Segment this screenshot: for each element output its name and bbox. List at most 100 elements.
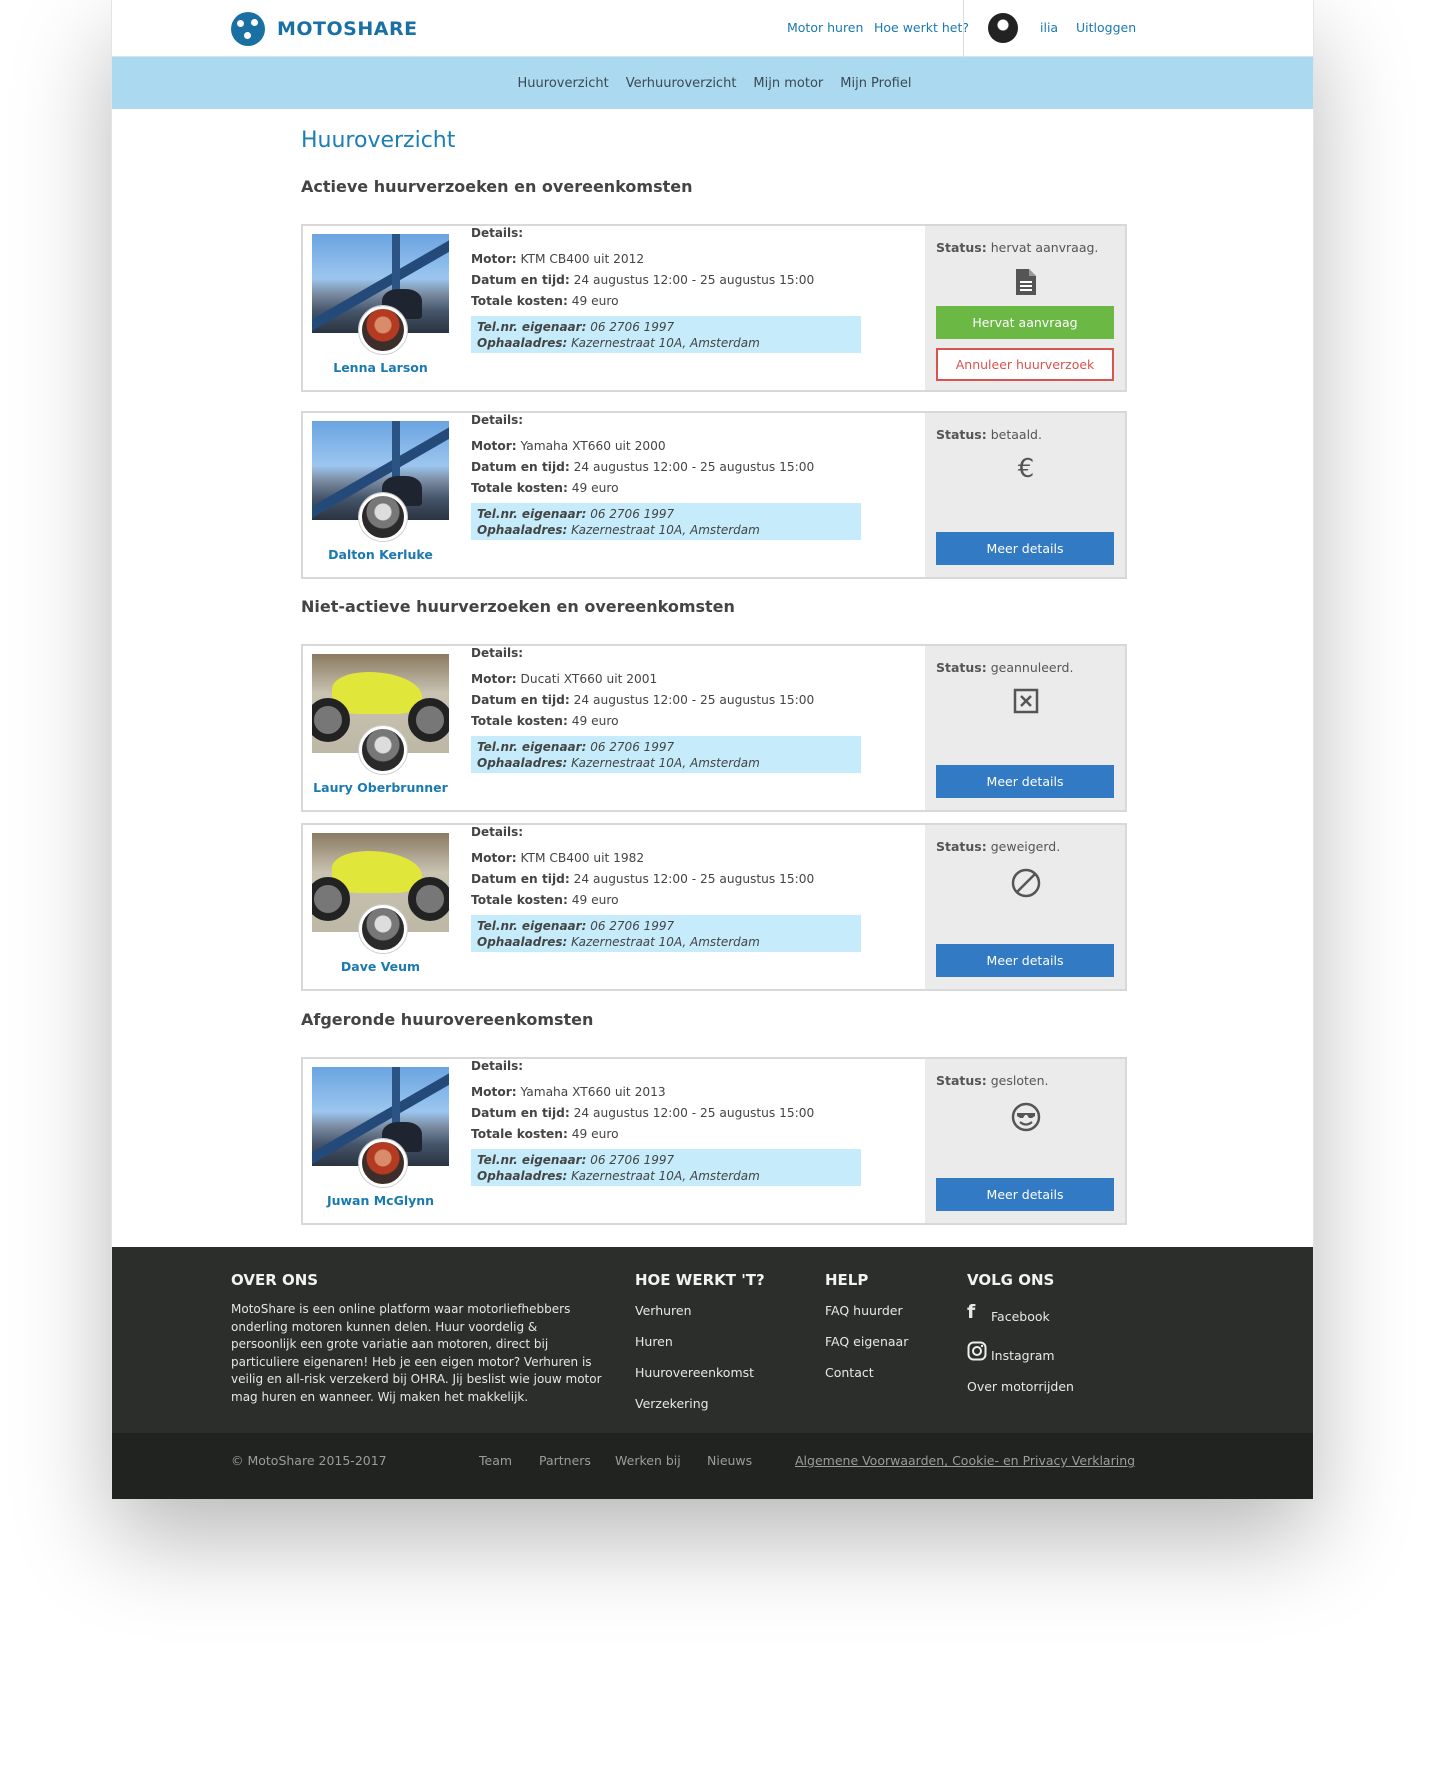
tel-value: 06 2706 1997	[590, 507, 675, 521]
owner-avatar	[359, 1139, 407, 1187]
kosten-label: Totale kosten:	[471, 714, 568, 728]
owner-avatar	[359, 306, 407, 354]
kosten-value: 49 euro	[571, 294, 619, 308]
cancel-request-button[interactable]: Annuleer huurverzoek	[936, 348, 1114, 381]
page-title: Huuroverzicht	[301, 128, 456, 153]
footer-link-werken-bij[interactable]: Werken bij	[615, 1453, 681, 1468]
adres-value: Kazernestraat 10A, Amsterdam	[571, 935, 760, 949]
contact-box: Tel.nr. eigenaar: 06 2706 1997 Ophaaladr…	[471, 316, 861, 353]
user-avatar[interactable]	[988, 13, 1018, 43]
forbidden-icon	[1011, 867, 1041, 898]
cancel-box-icon	[1013, 688, 1039, 716]
motor-label: Motor:	[471, 252, 517, 266]
datum-value: 24 augustus 12:00 - 25 augustus 15:00	[573, 460, 815, 474]
status-panel: Status: geannuleerd. Meer details	[925, 646, 1125, 810]
tab-verhuuroverzicht[interactable]: Verhuuroverzicht	[626, 76, 737, 91]
motor-value: Yamaha XT660 uit 2013	[520, 1085, 666, 1099]
footer-link-faq-eigenaar[interactable]: FAQ eigenaar	[825, 1334, 908, 1349]
more-details-button[interactable]: Meer details	[936, 532, 1114, 565]
owner-name[interactable]: Laury Oberbrunner	[303, 780, 458, 795]
footer-link-instagram[interactable]: Instagram	[991, 1348, 1055, 1363]
footer-link-faq-huurder[interactable]: FAQ huurder	[825, 1303, 903, 1318]
user-name-link[interactable]: ilia	[1040, 20, 1058, 35]
footer-link-partners[interactable]: Partners	[539, 1453, 591, 1468]
tel-value: 06 2706 1997	[590, 320, 675, 334]
more-details-button[interactable]: Meer details	[936, 1178, 1114, 1211]
status-panel: Status: gesloten. Meer details	[925, 1059, 1125, 1223]
motor-value: KTM CB400 uit 2012	[520, 252, 645, 266]
adres-label: Ophaaladres:	[477, 935, 568, 949]
footer: OVER ONS MotoShare is een online platfor…	[112, 1247, 1313, 1499]
adres-label: Ophaaladres:	[477, 336, 568, 350]
footer-link-huren[interactable]: Huren	[635, 1334, 673, 1349]
status-panel: Status: hervat aanvraag. Hervat aanvraag…	[925, 226, 1125, 390]
datum-label: Datum en tijd:	[471, 460, 570, 474]
datum-value: 24 augustus 12:00 - 25 augustus 15:00	[573, 872, 815, 886]
instagram-icon[interactable]	[967, 1341, 987, 1364]
contact-box: Tel.nr. eigenaar: 06 2706 1997 Ophaaladr…	[471, 915, 861, 952]
logout-link[interactable]: Uitloggen	[1076, 20, 1136, 35]
rental-card: Laury Oberbrunner Details: Motor: Ducati…	[301, 644, 1127, 812]
motor-label: Motor:	[471, 672, 517, 686]
footer-link-huurovereenkomst[interactable]: Huurovereenkomst	[635, 1365, 754, 1380]
adres-value: Kazernestraat 10A, Amsterdam	[571, 1169, 760, 1183]
owner-name[interactable]: Dave Veum	[303, 959, 458, 974]
motor-value: Ducati XT660 uit 2001	[520, 672, 658, 686]
cool-smiley-icon	[1011, 1101, 1041, 1132]
adres-value: Kazernestraat 10A, Amsterdam	[571, 756, 760, 770]
owner-name[interactable]: Juwan McGlynn	[303, 1193, 458, 1208]
details-heading: Details:	[471, 413, 524, 427]
copyright: © MotoShare 2015-2017	[231, 1453, 387, 1468]
kosten-value: 49 euro	[571, 1127, 619, 1141]
more-details-button[interactable]: Meer details	[936, 944, 1114, 977]
kosten-value: 49 euro	[571, 481, 619, 495]
tel-label: Tel.nr. eigenaar:	[477, 507, 587, 521]
owner-name[interactable]: Lenna Larson	[303, 360, 458, 375]
footer-link-team[interactable]: Team	[479, 1453, 512, 1468]
logo[interactable]: MOTOSHARE	[231, 12, 418, 46]
tel-value: 06 2706 1997	[590, 919, 675, 933]
status-value: betaald.	[990, 427, 1042, 442]
kosten-label: Totale kosten:	[471, 1127, 568, 1141]
nav-hoe-werkt-het[interactable]: Hoe werkt het?	[874, 20, 969, 35]
footer-link-verhuren[interactable]: Verhuren	[635, 1303, 692, 1318]
footer-bottom-bar: © MotoShare 2015-2017 Team Partners Werk…	[112, 1433, 1313, 1499]
footer-link-legal[interactable]: Algemene Voorwaarden, Cookie- en Privacy…	[795, 1453, 1135, 1468]
section-title-completed: Afgeronde huurovereenkomsten	[301, 1010, 594, 1029]
footer-link-contact[interactable]: Contact	[825, 1365, 874, 1380]
motor-value: KTM CB400 uit 1982	[520, 851, 645, 865]
kosten-label: Totale kosten:	[471, 481, 568, 495]
footer-link-facebook[interactable]: Facebook	[991, 1309, 1050, 1324]
datum-value: 24 augustus 12:00 - 25 augustus 15:00	[573, 273, 815, 287]
footer-link-nieuws[interactable]: Nieuws	[707, 1453, 752, 1468]
footer-link-verzekering[interactable]: Verzekering	[635, 1396, 709, 1411]
motor-label: Motor:	[471, 851, 517, 865]
status-value: geannuleerd.	[990, 660, 1074, 675]
resume-request-button[interactable]: Hervat aanvraag	[936, 306, 1114, 339]
adres-label: Ophaaladres:	[477, 523, 568, 537]
footer-link-over-motorrijden[interactable]: Over motorrijden	[967, 1379, 1074, 1394]
footer-follow-title: VOLG ONS	[967, 1271, 1055, 1289]
tab-huuroverzicht[interactable]: Huuroverzicht	[518, 76, 609, 91]
nav-motor-huren[interactable]: Motor huren	[787, 20, 863, 35]
adres-label: Ophaaladres:	[477, 756, 568, 770]
motor-label: Motor:	[471, 1085, 517, 1099]
details-heading: Details:	[471, 646, 524, 660]
browser-page: MOTOSHARE Motor huren Hoe werkt het? ili…	[111, 0, 1314, 1499]
owner-avatar	[359, 493, 407, 541]
status-label: Status:	[936, 427, 987, 442]
motor-label: Motor:	[471, 439, 517, 453]
facebook-icon[interactable]: f	[967, 1301, 975, 1323]
status-label: Status:	[936, 660, 987, 675]
owner-name[interactable]: Dalton Kerluke	[303, 547, 458, 562]
more-details-button[interactable]: Meer details	[936, 765, 1114, 798]
tab-mijn-profiel[interactable]: Mijn Profiel	[840, 76, 911, 91]
contact-box: Tel.nr. eigenaar: 06 2706 1997 Ophaaladr…	[471, 1149, 861, 1186]
tab-mijn-motor[interactable]: Mijn motor	[753, 76, 823, 91]
rental-card: Dave Veum Details: Motor: KTM CB400 uit …	[301, 823, 1127, 991]
status-label: Status:	[936, 1073, 987, 1088]
tel-value: 06 2706 1997	[590, 740, 675, 754]
kosten-label: Totale kosten:	[471, 294, 568, 308]
status-value: geweigerd.	[990, 839, 1061, 854]
status-label: Status:	[936, 240, 987, 255]
